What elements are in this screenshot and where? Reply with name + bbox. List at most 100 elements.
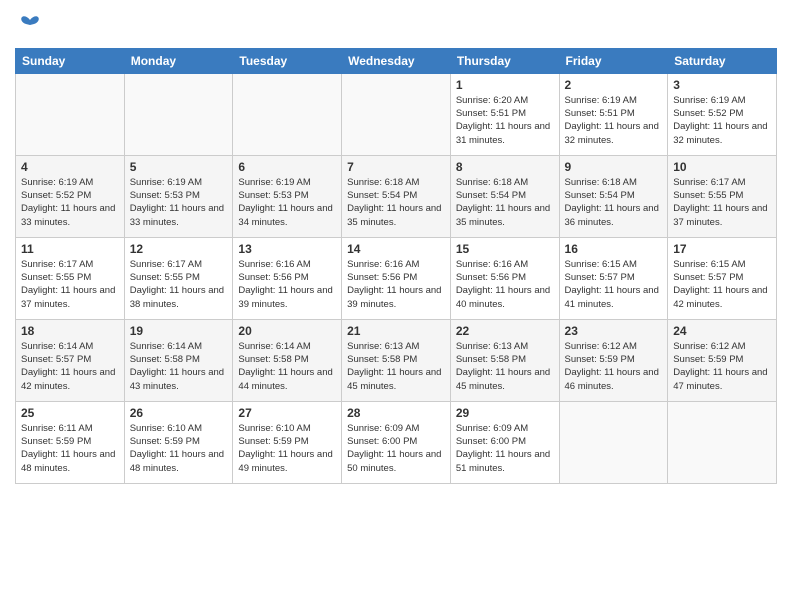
week-row-1: 4 Sunrise: 6:19 AMSunset: 5:52 PMDaylight… <box>16 155 777 237</box>
day-number: 11 <box>21 242 119 256</box>
day-number: 24 <box>673 324 771 338</box>
day-number: 13 <box>238 242 336 256</box>
cell-content: Sunrise: 6:16 AMSunset: 5:56 PMDaylight:… <box>347 258 445 311</box>
logo <box>15 15 42 40</box>
header <box>15 10 777 40</box>
day-number: 28 <box>347 406 445 420</box>
calendar-cell: 2 Sunrise: 6:19 AMSunset: 5:51 PMDaylight… <box>559 73 668 155</box>
calendar-cell: 8 Sunrise: 6:18 AMSunset: 5:54 PMDaylight… <box>450 155 559 237</box>
calendar-cell: 28 Sunrise: 6:09 AMSunset: 6:00 PMDayligh… <box>342 401 451 483</box>
calendar-cell: 15 Sunrise: 6:16 AMSunset: 5:56 PMDayligh… <box>450 237 559 319</box>
day-number: 21 <box>347 324 445 338</box>
day-number: 2 <box>565 78 663 92</box>
day-number: 5 <box>130 160 228 174</box>
day-number: 27 <box>238 406 336 420</box>
calendar-cell <box>16 73 125 155</box>
header-thursday: Thursday <box>450 48 559 73</box>
cell-content: Sunrise: 6:12 AMSunset: 5:59 PMDaylight:… <box>673 340 771 393</box>
cell-content: Sunrise: 6:13 AMSunset: 5:58 PMDaylight:… <box>456 340 554 393</box>
calendar-cell <box>668 401 777 483</box>
calendar-cell <box>124 73 233 155</box>
cell-content: Sunrise: 6:17 AMSunset: 5:55 PMDaylight:… <box>21 258 119 311</box>
calendar-cell: 5 Sunrise: 6:19 AMSunset: 5:53 PMDaylight… <box>124 155 233 237</box>
day-number: 4 <box>21 160 119 174</box>
day-number: 15 <box>456 242 554 256</box>
day-number: 10 <box>673 160 771 174</box>
page-container: SundayMondayTuesdayWednesdayThursdayFrid… <box>0 0 792 494</box>
calendar-cell: 1Sunrise: 6:20 AMSunset: 5:51 PMDaylight… <box>450 73 559 155</box>
cell-content: Sunrise: 6:14 AMSunset: 5:58 PMDaylight:… <box>238 340 336 393</box>
calendar-table: SundayMondayTuesdayWednesdayThursdayFrid… <box>15 48 777 484</box>
calendar-cell: 22 Sunrise: 6:13 AMSunset: 5:58 PMDayligh… <box>450 319 559 401</box>
header-saturday: Saturday <box>668 48 777 73</box>
day-number: 22 <box>456 324 554 338</box>
cell-content: Sunrise: 6:19 AMSunset: 5:52 PMDaylight:… <box>21 176 119 229</box>
calendar-cell: 23 Sunrise: 6:12 AMSunset: 5:59 PMDayligh… <box>559 319 668 401</box>
cell-content: Sunrise: 6:16 AMSunset: 5:56 PMDaylight:… <box>238 258 336 311</box>
cell-content: Sunrise: 6:11 AMSunset: 5:59 PMDaylight:… <box>21 422 119 475</box>
cell-content: Sunrise: 6:14 AMSunset: 5:57 PMDaylight:… <box>21 340 119 393</box>
calendar-cell: 9Sunrise: 6:18 AMSunset: 5:54 PMDaylight… <box>559 155 668 237</box>
cell-content: Sunrise: 6:10 AMSunset: 5:59 PMDaylight:… <box>238 422 336 475</box>
calendar-header-row: SundayMondayTuesdayWednesdayThursdayFrid… <box>16 48 777 73</box>
cell-content: Sunrise: 6:12 AMSunset: 5:59 PMDaylight:… <box>565 340 663 393</box>
cell-content: Sunrise: 6:14 AMSunset: 5:58 PMDaylight:… <box>130 340 228 393</box>
calendar-cell <box>233 73 342 155</box>
header-sunday: Sunday <box>16 48 125 73</box>
calendar-cell: 20 Sunrise: 6:14 AMSunset: 5:58 PMDayligh… <box>233 319 342 401</box>
calendar-cell <box>559 401 668 483</box>
cell-content: Sunrise: 6:17 AMSunset: 5:55 PMDaylight:… <box>673 176 771 229</box>
header-monday: Monday <box>124 48 233 73</box>
cell-content: Sunrise: 6:18 AMSunset: 5:54 PMDaylight:… <box>456 176 554 229</box>
calendar-cell <box>342 73 451 155</box>
cell-content: Sunrise: 6:09 AMSunset: 6:00 PMDaylight:… <box>347 422 445 475</box>
calendar-cell: 13 Sunrise: 6:16 AMSunset: 5:56 PMDayligh… <box>233 237 342 319</box>
header-tuesday: Tuesday <box>233 48 342 73</box>
cell-content: Sunrise: 6:15 AMSunset: 5:57 PMDaylight:… <box>673 258 771 311</box>
header-friday: Friday <box>559 48 668 73</box>
cell-content: Sunrise: 6:15 AMSunset: 5:57 PMDaylight:… <box>565 258 663 311</box>
calendar-cell: 12 Sunrise: 6:17 AMSunset: 5:55 PMDayligh… <box>124 237 233 319</box>
cell-content: Sunrise: 6:17 AMSunset: 5:55 PMDaylight:… <box>130 258 228 311</box>
day-number: 8 <box>456 160 554 174</box>
calendar-cell: 25 Sunrise: 6:11 AMSunset: 5:59 PMDayligh… <box>16 401 125 483</box>
calendar-cell: 26 Sunrise: 6:10 AMSunset: 5:59 PMDayligh… <box>124 401 233 483</box>
cell-content: Sunrise: 6:13 AMSunset: 5:58 PMDaylight:… <box>347 340 445 393</box>
cell-content: Sunrise: 6:19 AMSunset: 5:53 PMDaylight:… <box>238 176 336 229</box>
calendar-cell: 17Sunrise: 6:15 AMSunset: 5:57 PMDayligh… <box>668 237 777 319</box>
calendar-cell: 4 Sunrise: 6:19 AMSunset: 5:52 PMDaylight… <box>16 155 125 237</box>
week-row-0: 1Sunrise: 6:20 AMSunset: 5:51 PMDaylight… <box>16 73 777 155</box>
day-number: 25 <box>21 406 119 420</box>
day-number: 12 <box>130 242 228 256</box>
day-number: 19 <box>130 324 228 338</box>
cell-content: Sunrise: 6:10 AMSunset: 5:59 PMDaylight:… <box>130 422 228 475</box>
calendar-cell: 14Sunrise: 6:16 AMSunset: 5:56 PMDayligh… <box>342 237 451 319</box>
cell-content: Sunrise: 6:18 AMSunset: 5:54 PMDaylight:… <box>565 176 663 229</box>
cell-content: Sunrise: 6:18 AMSunset: 5:54 PMDaylight:… <box>347 176 445 229</box>
day-number: 3 <box>673 78 771 92</box>
logo-bird-icon <box>18 15 42 35</box>
cell-content: Sunrise: 6:19 AMSunset: 5:53 PMDaylight:… <box>130 176 228 229</box>
week-row-4: 25 Sunrise: 6:11 AMSunset: 5:59 PMDayligh… <box>16 401 777 483</box>
day-number: 18 <box>21 324 119 338</box>
calendar-cell: 27 Sunrise: 6:10 AMSunset: 5:59 PMDayligh… <box>233 401 342 483</box>
cell-content: Sunrise: 6:09 AMSunset: 6:00 PMDaylight:… <box>456 422 554 475</box>
cell-content: Sunrise: 6:16 AMSunset: 5:56 PMDaylight:… <box>456 258 554 311</box>
header-wednesday: Wednesday <box>342 48 451 73</box>
cell-content: Sunrise: 6:19 AMSunset: 5:51 PMDaylight:… <box>565 94 663 147</box>
day-number: 23 <box>565 324 663 338</box>
day-number: 29 <box>456 406 554 420</box>
calendar-cell: 21 Sunrise: 6:13 AMSunset: 5:58 PMDayligh… <box>342 319 451 401</box>
calendar-cell: 24 Sunrise: 6:12 AMSunset: 5:59 PMDayligh… <box>668 319 777 401</box>
cell-content: Sunrise: 6:20 AMSunset: 5:51 PMDaylight:… <box>456 94 554 147</box>
day-number: 20 <box>238 324 336 338</box>
week-row-3: 18 Sunrise: 6:14 AMSunset: 5:57 PMDayligh… <box>16 319 777 401</box>
day-number: 6 <box>238 160 336 174</box>
week-row-2: 11 Sunrise: 6:17 AMSunset: 5:55 PMDayligh… <box>16 237 777 319</box>
day-number: 26 <box>130 406 228 420</box>
calendar-cell: 10 Sunrise: 6:17 AMSunset: 5:55 PMDayligh… <box>668 155 777 237</box>
day-number: 16 <box>565 242 663 256</box>
calendar-cell: 11 Sunrise: 6:17 AMSunset: 5:55 PMDayligh… <box>16 237 125 319</box>
calendar-cell: 18 Sunrise: 6:14 AMSunset: 5:57 PMDayligh… <box>16 319 125 401</box>
calendar-cell: 29 Sunrise: 6:09 AMSunset: 6:00 PMDayligh… <box>450 401 559 483</box>
